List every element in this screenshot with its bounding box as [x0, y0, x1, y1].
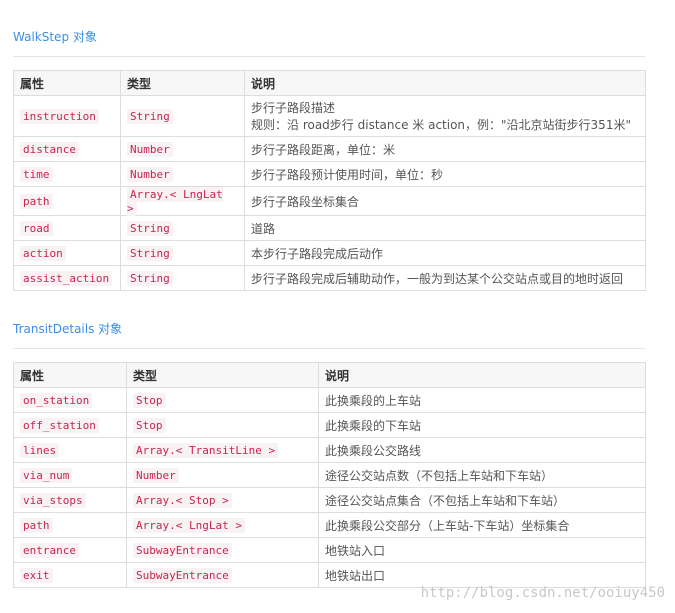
type-code: Stop: [133, 418, 166, 433]
type-code: Number: [127, 142, 173, 157]
attr-code: road: [20, 221, 53, 236]
table-row: instruction String 步行子路段描述规则：沿 road步行 di…: [13, 95, 646, 137]
type-code: String: [127, 246, 173, 261]
table-header-row: 属性 类型 说明: [13, 362, 646, 388]
table-row: on_station Stop 此换乘段的上车站: [13, 387, 646, 413]
table-row: via_num Number 途径公交站点数（不包括上车站和下车站）: [13, 462, 646, 488]
desc-text: 本步行子路段完成后动作: [244, 240, 646, 266]
attr-code: action: [20, 246, 66, 261]
type-code: SubwayEntrance: [133, 568, 232, 583]
desc-text: 步行子路段坐标集合: [244, 186, 646, 216]
attr-code: exit: [20, 568, 53, 583]
attr-code: lines: [20, 443, 60, 458]
attr-code: time: [20, 167, 53, 182]
table-row: path Array.< LngLat > 此换乘段公交部分（上车站-下车站）坐…: [13, 512, 646, 538]
attr-code: path: [20, 194, 53, 209]
desc-text: 此换乘段公交路线: [318, 437, 646, 463]
column-header-attr: 属性: [13, 70, 121, 96]
table-row: lines Array.< TransitLine > 此换乘段公交路线: [13, 437, 646, 463]
table-row: distance Number 步行子路段距离，单位：米: [13, 136, 646, 162]
attr-code: instruction: [20, 109, 99, 124]
desc-text: 步行子路段预计使用时间，单位：秒: [244, 161, 646, 187]
type-code: Number: [133, 468, 179, 483]
column-header-type: 类型: [120, 70, 245, 96]
column-header-desc: 说明: [244, 70, 646, 96]
table-row: assist_action String 步行子路段完成后辅助动作，一般为到达某…: [13, 265, 646, 291]
table-row: time Number 步行子路段预计使用时间，单位：秒: [13, 161, 646, 187]
type-code: String: [127, 271, 173, 286]
type-code: SubwayEntrance: [133, 543, 232, 558]
walkstep-divider: [13, 56, 645, 57]
attr-code: distance: [20, 142, 79, 157]
desc-text: 地铁站入口: [318, 537, 646, 563]
table-row: entrance SubwayEntrance 地铁站入口: [13, 537, 646, 563]
desc-text: 途径公交站点数（不包括上车站和下车站）: [318, 462, 646, 488]
attr-code: path: [20, 518, 53, 533]
transitdetails-section-title: TransitDetails 对象: [13, 322, 123, 336]
attr-code: off_station: [20, 418, 99, 433]
attr-code: on_station: [20, 393, 93, 408]
type-code: Array.< LngLat >: [133, 518, 245, 533]
attr-code: via_stops: [20, 493, 86, 508]
table-row: exit SubwayEntrance 地铁站出口: [13, 562, 646, 588]
column-header-type: 类型: [126, 362, 319, 388]
desc-text: 道路: [244, 215, 646, 241]
desc-text: 步行子路段描述: [251, 101, 336, 115]
type-code: Array.< Stop >: [133, 493, 232, 508]
type-code: String: [127, 221, 173, 236]
type-code: Stop: [133, 393, 166, 408]
walkstep-section-title: WalkStep 对象: [13, 30, 97, 44]
walkstep-table: 属性 类型 说明 instruction String 步行子路段描述规则：沿 …: [13, 70, 646, 291]
desc-text: 此换乘段的下车站: [318, 412, 646, 438]
table-row: off_station Stop 此换乘段的下车站: [13, 412, 646, 438]
type-code: Array.< LngLat >: [127, 187, 223, 216]
table-row: path Array.< LngLat > 步行子路段坐标集合: [13, 186, 646, 216]
attr-code: via_num: [20, 468, 73, 483]
type-code: Array.< TransitLine >: [133, 443, 279, 458]
desc-text: 此换乘段的上车站: [318, 387, 646, 413]
type-code: Number: [127, 167, 173, 182]
table-header-row: 属性 类型 说明: [13, 70, 646, 96]
type-code: String: [127, 109, 173, 124]
column-header-desc: 说明: [318, 362, 646, 388]
watermark-text: http://blog.csdn.net/ooiuy450: [420, 585, 665, 601]
desc-text: 途径公交站点集合（不包括上车站和下车站）: [318, 487, 646, 513]
attr-code: assist_action: [20, 271, 113, 286]
table-row: road String 道路: [13, 215, 646, 241]
desc-text: 步行子路段完成后辅助动作，一般为到达某个公交站点或目的地时返回: [244, 265, 646, 291]
desc-text: 地铁站出口: [318, 562, 646, 588]
desc-text: 此换乘段公交部分（上车站-下车站）坐标集合: [318, 512, 646, 538]
column-header-attr: 属性: [13, 362, 127, 388]
desc-rule-text: 规则：沿 road步行 distance 米 action，例："沿北京站街步行…: [251, 118, 631, 132]
table-row: action String 本步行子路段完成后动作: [13, 240, 646, 266]
transitdetails-divider: [13, 348, 645, 349]
transitdetails-table: 属性 类型 说明 on_station Stop 此换乘段的上车站 off_st…: [13, 362, 646, 588]
table-row: via_stops Array.< Stop > 途径公交站点集合（不包括上车站…: [13, 487, 646, 513]
desc-text: 步行子路段距离，单位：米: [244, 136, 646, 162]
attr-code: entrance: [20, 543, 79, 558]
